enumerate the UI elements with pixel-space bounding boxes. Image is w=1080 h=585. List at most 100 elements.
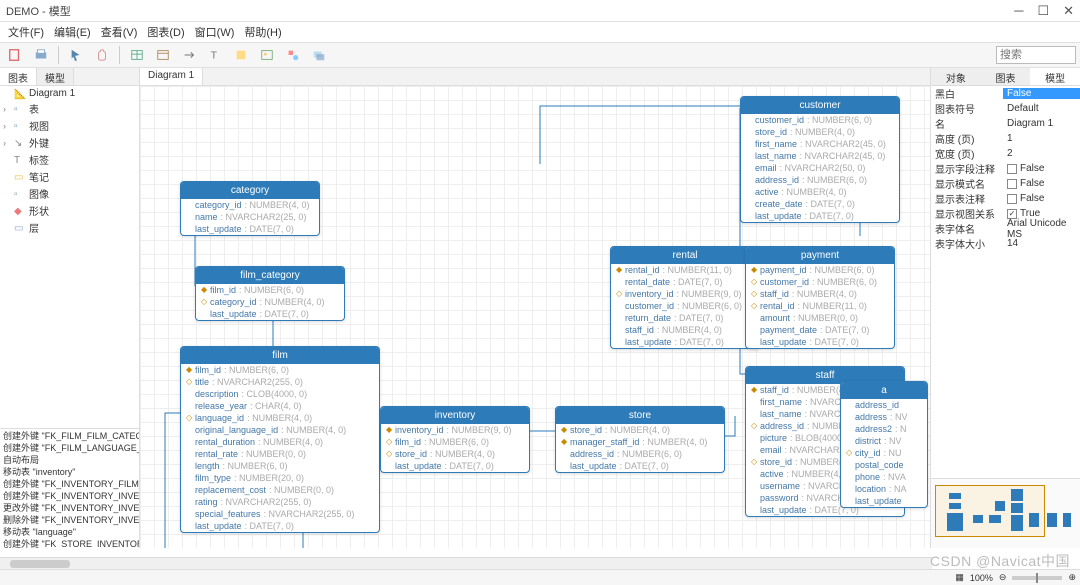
field-row[interactable]: ◇store_id: NUMBER(4, 0)	[381, 448, 529, 460]
horizontal-scrollbar[interactable]	[0, 557, 932, 569]
field-row[interactable]: return_date: DATE(7, 0)	[611, 312, 759, 324]
tree-item[interactable]: ›▫表	[1, 100, 138, 117]
menu-edit[interactable]: 编辑(E)	[50, 22, 95, 42]
log-entry[interactable]: 自动布局	[1, 454, 138, 466]
shape-icon[interactable]	[282, 45, 304, 65]
field-row[interactable]: length: NUMBER(6, 0)	[181, 460, 379, 472]
tree-item[interactable]: ▫图像	[1, 185, 138, 202]
field-row[interactable]: location: NA	[841, 483, 927, 495]
new-icon[interactable]	[4, 45, 26, 65]
field-row[interactable]: ◇rental_id: NUMBER(11, 0)	[746, 300, 894, 312]
log-entry[interactable]: 创建外键 "FK_FILM_FILM_CATEGORY_1"	[1, 430, 138, 442]
left-tab-object[interactable]: 图表	[0, 68, 37, 85]
field-row[interactable]: last_update: DATE(7, 0)	[181, 520, 379, 532]
field-row[interactable]: ◇language_id: NUMBER(4, 0)	[181, 412, 379, 424]
field-row[interactable]: district: NV	[841, 435, 927, 447]
tree-item[interactable]: ◆形状	[1, 202, 138, 219]
field-row[interactable]: name: NVARCHAR2(25, 0)	[181, 211, 319, 223]
tree-item[interactable]: ▭笔记	[1, 168, 138, 185]
field-row[interactable]: ◇customer_id: NUMBER(6, 0)	[746, 276, 894, 288]
object-tree[interactable]: 📐Diagram 1 ›▫表›▫视图›↘外键T标签▭笔记▫图像◆形状▭层	[0, 86, 139, 428]
field-row[interactable]: ◇staff_id: NUMBER(4, 0)	[746, 288, 894, 300]
field-row[interactable]: ◇title: NVARCHAR2(255, 0)	[181, 376, 379, 388]
field-row[interactable]: customer_id: NUMBER(6, 0)	[611, 300, 759, 312]
field-row[interactable]: special_features: NVARCHAR2(255, 0)	[181, 508, 379, 520]
field-row[interactable]: category_id: NUMBER(4, 0)	[181, 199, 319, 211]
zoom-in-icon[interactable]: ⊕	[1068, 572, 1076, 583]
property-row[interactable]: 显示表注释 False	[931, 191, 1080, 206]
property-row[interactable]: 宽度 (页)2	[931, 146, 1080, 161]
zoom-out-icon[interactable]: ⊖	[999, 572, 1007, 583]
tree-item[interactable]: ▭层	[1, 219, 138, 236]
field-row[interactable]: last_name: NVARCHAR2(45, 0)	[741, 150, 899, 162]
field-row[interactable]: customer_id: NUMBER(6, 0)	[741, 114, 899, 126]
tree-item[interactable]: ›▫视图	[1, 117, 138, 134]
menu-diagram[interactable]: 图表(D)	[143, 22, 188, 42]
field-row[interactable]: last_update: DATE(7, 0)	[611, 336, 759, 348]
tree-item[interactable]: T标签	[1, 151, 138, 168]
menu-file[interactable]: 文件(F)	[4, 22, 48, 42]
field-row[interactable]: first_name: NVARCHAR2(45, 0)	[741, 138, 899, 150]
entity-address[interactable]: aaddress_idaddress: NVaddress2: Ndistric…	[840, 381, 928, 508]
property-row[interactable]: 高度 (页)1	[931, 131, 1080, 146]
property-row[interactable]: 图表符号Default	[931, 101, 1080, 116]
entity-payment[interactable]: payment◆payment_id: NUMBER(6, 0)◇custome…	[745, 246, 895, 349]
view-icon[interactable]	[152, 45, 174, 65]
label-icon[interactable]: T	[204, 45, 226, 65]
fk-icon[interactable]	[178, 45, 200, 65]
diagram-tab[interactable]: Diagram 1	[140, 68, 203, 85]
log-entry[interactable]: 创建外键 "FK_INVENTORY_FILM_1"	[1, 478, 138, 490]
field-row[interactable]: email: NVARCHAR2(50, 0)	[741, 162, 899, 174]
table-icon[interactable]	[126, 45, 148, 65]
log-entry[interactable]: 删除外键 "FK_INVENTORY_INVENTORY_1"	[1, 514, 138, 526]
log-entry[interactable]: 移动表 "inventory"	[1, 466, 138, 478]
print-icon[interactable]	[30, 45, 52, 65]
field-row[interactable]: address_id: NUMBER(6, 0)	[556, 448, 724, 460]
field-row[interactable]: ◆film_id: NUMBER(6, 0)	[196, 284, 344, 296]
field-row[interactable]: last_update: DATE(7, 0)	[746, 336, 894, 348]
menu-help[interactable]: 帮助(H)	[240, 22, 285, 42]
field-row[interactable]: amount: NUMBER(0, 0)	[746, 312, 894, 324]
field-row[interactable]: ◇category_id: NUMBER(4, 0)	[196, 296, 344, 308]
field-row[interactable]: ◆payment_id: NUMBER(6, 0)	[746, 264, 894, 276]
field-row[interactable]: create_date: DATE(7, 0)	[741, 198, 899, 210]
entity-film_category[interactable]: film_category◆film_id: NUMBER(6, 0)◇cate…	[195, 266, 345, 321]
property-grid[interactable]: 黑白False图表符号Default名Diagram 1高度 (页)1宽度 (页…	[931, 86, 1080, 251]
property-row[interactable]: 显示模式名 False	[931, 176, 1080, 191]
field-row[interactable]: replacement_cost: NUMBER(0, 0)	[181, 484, 379, 496]
property-row[interactable]: 黑白False	[931, 86, 1080, 101]
field-row[interactable]: ◆manager_staff_id: NUMBER(4, 0)	[556, 436, 724, 448]
menu-window[interactable]: 窗口(W)	[191, 22, 239, 42]
entity-film[interactable]: film◆film_id: NUMBER(6, 0)◇title: NVARCH…	[180, 346, 380, 533]
field-row[interactable]: original_language_id: NUMBER(4, 0)	[181, 424, 379, 436]
minimize-icon[interactable]: ─	[1014, 3, 1023, 19]
field-row[interactable]: phone: NVA	[841, 471, 927, 483]
checkbox-icon[interactable]	[1007, 194, 1017, 204]
field-row[interactable]: last_update: DATE(7, 0)	[556, 460, 724, 472]
field-row[interactable]: last_update	[841, 495, 927, 507]
menu-view[interactable]: 查看(V)	[97, 22, 142, 42]
field-row[interactable]: ◇city_id: NU	[841, 447, 927, 459]
image-icon[interactable]	[256, 45, 278, 65]
entity-inventory[interactable]: inventory◆inventory_id: NUMBER(9, 0)◇fil…	[380, 406, 530, 473]
entity-category[interactable]: categorycategory_id: NUMBER(4, 0)name: N…	[180, 181, 320, 236]
tree-item[interactable]: ›↘外键	[1, 134, 138, 151]
field-row[interactable]: address_id: NUMBER(6, 0)	[741, 174, 899, 186]
field-row[interactable]: active: NUMBER(4, 0)	[741, 186, 899, 198]
field-row[interactable]: ◆film_id: NUMBER(6, 0)	[181, 364, 379, 376]
minimap[interactable]	[931, 478, 1080, 548]
entity-store[interactable]: store◆store_id: NUMBER(4, 0)◆manager_sta…	[555, 406, 725, 473]
er-canvas[interactable]: categorycategory_id: NUMBER(4, 0)name: N…	[140, 86, 930, 548]
property-row[interactable]: 显示字段注释 False	[931, 161, 1080, 176]
checkbox-icon[interactable]	[1007, 164, 1017, 174]
entity-rental[interactable]: rental◆rental_id: NUMBER(11, 0)rental_da…	[610, 246, 760, 349]
property-row[interactable]: 表字体名Arial Unicode MS	[931, 221, 1080, 236]
field-row[interactable]: payment_date: DATE(7, 0)	[746, 324, 894, 336]
left-tab-model[interactable]: 模型	[37, 68, 74, 85]
field-row[interactable]: address_id	[841, 399, 927, 411]
field-row[interactable]: address2: N	[841, 423, 927, 435]
field-row[interactable]: last_update: DATE(7, 0)	[181, 223, 319, 235]
field-row[interactable]: ◆store_id: NUMBER(4, 0)	[556, 424, 724, 436]
maximize-icon[interactable]: ☐	[1037, 3, 1049, 19]
close-icon[interactable]: ✕	[1063, 3, 1074, 19]
